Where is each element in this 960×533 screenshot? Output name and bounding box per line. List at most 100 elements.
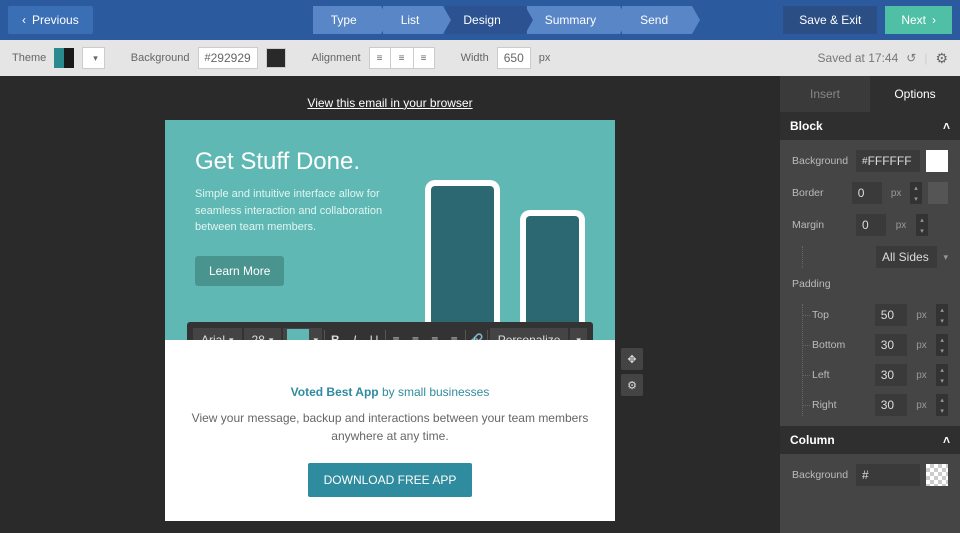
chevron-down-icon: ▾ xyxy=(93,53,98,64)
rich-text-toolbar: Arial▾ 28▾ ▾ B I U ≡ ≡ ≡ ≡ 🔗 Personalize xyxy=(187,322,593,340)
gear-icon[interactable]: ⚙ xyxy=(621,374,643,396)
wizard-type[interactable]: Type xyxy=(313,6,381,34)
bold-button[interactable]: B xyxy=(327,328,344,340)
padding-left-input[interactable]: 30 xyxy=(875,364,907,386)
personalize-dropdown[interactable]: Personalize xyxy=(490,328,569,340)
align-justify-button[interactable]: ≡ xyxy=(446,328,463,340)
options-panel: Insert Options Block ˄ Background # FFFF… xyxy=(780,76,960,533)
padding-top-spinner[interactable]: ▴▾ xyxy=(936,304,948,326)
wizard-summary[interactable]: Summary xyxy=(527,6,620,34)
body-subtext: View your message, backup and interactio… xyxy=(191,409,589,445)
chevron-left-icon: ‹ xyxy=(22,13,26,27)
previous-label: Previous xyxy=(32,13,79,27)
theme-swatch[interactable] xyxy=(54,48,74,68)
phone-large-image xyxy=(425,180,500,340)
section-column-header[interactable]: Column ˄ xyxy=(780,426,960,454)
padding-right-spinner[interactable]: ▴▾ xyxy=(936,394,948,416)
padding-left-spinner[interactable]: ▴▾ xyxy=(936,364,948,386)
border-width-input[interactable]: 0 xyxy=(852,182,882,204)
padding-right-input[interactable]: 30 xyxy=(875,394,907,416)
chevron-down-icon: ▾ xyxy=(229,335,234,341)
block-controls: ✥ ⚙ xyxy=(621,348,643,396)
column-background-swatch[interactable] xyxy=(926,464,948,486)
section-block-header[interactable]: Block ˄ xyxy=(780,112,960,140)
color-swatch xyxy=(287,329,309,340)
body-block[interactable]: ✥ ⚙ Voted Best App by small businesses V… xyxy=(165,340,615,521)
chevron-down-icon: ▾ xyxy=(313,335,318,341)
chevron-down-icon: ▾ xyxy=(269,335,274,341)
background-hex-input[interactable]: # 292929 xyxy=(198,47,258,69)
column-background-input[interactable]: # xyxy=(856,464,920,486)
padding-bottom-label: Bottom xyxy=(812,339,869,351)
wizard-design[interactable]: Design xyxy=(445,6,524,34)
wizard-list[interactable]: List xyxy=(383,6,444,34)
hero-block[interactable]: Get Stuff Done. Simple and intuitive int… xyxy=(165,120,615,340)
color-dropdown[interactable]: ▾ xyxy=(283,328,322,340)
background-label: Background xyxy=(131,52,190,64)
padding-bottom-spinner[interactable]: ▴▾ xyxy=(936,334,948,356)
italic-button[interactable]: I xyxy=(346,328,363,340)
align-center-button[interactable]: ≡ xyxy=(407,328,424,340)
canvas-area: View this email in your browser Get Stuf… xyxy=(0,76,780,533)
tab-insert[interactable]: Insert xyxy=(780,76,870,112)
phone-small-image xyxy=(520,210,585,340)
align-right-button[interactable]: ≡ xyxy=(426,328,443,340)
block-background-label: Background xyxy=(792,155,850,167)
background-swatch[interactable] xyxy=(266,48,286,68)
learn-more-button[interactable]: Learn More xyxy=(195,256,284,286)
alignment-group: ≡ ≡ ≡ xyxy=(369,47,435,69)
padding-right-label: Right xyxy=(812,399,869,411)
move-icon[interactable]: ✥ xyxy=(621,348,643,370)
body-heading: Voted Best App by small businesses xyxy=(191,380,589,401)
width-unit: px xyxy=(539,52,551,64)
align-left-button[interactable]: ≡ xyxy=(387,328,404,340)
saved-at-label: Saved at 17:44 xyxy=(818,51,899,65)
next-button[interactable]: Next› xyxy=(885,6,952,34)
size-dropdown[interactable]: 28▾ xyxy=(244,328,282,340)
previous-button[interactable]: ‹ Previous xyxy=(8,6,93,34)
history-icon[interactable]: ↺ xyxy=(906,51,916,65)
padding-top-unit: px xyxy=(913,310,931,321)
border-color-swatch[interactable] xyxy=(928,182,948,204)
align-left-button[interactable]: ≡ xyxy=(369,47,391,69)
underline-button[interactable]: U xyxy=(365,328,382,340)
padding-top-input[interactable]: 50 xyxy=(875,304,907,326)
column-background-label: Background xyxy=(792,469,850,481)
width-input[interactable]: 650 xyxy=(497,47,531,69)
block-background-input[interactable]: # FFFFFF xyxy=(856,150,920,172)
block-margin-label: Margin xyxy=(792,219,850,231)
block-background-swatch[interactable] xyxy=(926,150,948,172)
gear-icon[interactable]: ⚙ xyxy=(935,50,948,67)
padding-bottom-unit: px xyxy=(913,340,931,351)
tab-options[interactable]: Options xyxy=(870,76,960,112)
margin-input[interactable]: 0 xyxy=(856,214,886,236)
more-dropdown[interactable]: ▾ xyxy=(570,328,587,340)
alignment-label: Alignment xyxy=(312,52,361,64)
download-button[interactable]: DOWNLOAD FREE APP xyxy=(308,463,473,497)
align-center-button[interactable]: ≡ xyxy=(391,47,413,69)
padding-left-unit: px xyxy=(913,370,931,381)
border-spinner[interactable]: ▴▾ xyxy=(910,182,921,204)
theme-dropdown[interactable]: ▾ xyxy=(82,47,105,69)
font-dropdown[interactable]: Arial▾ xyxy=(193,328,242,340)
padding-left-label: Left xyxy=(812,369,869,381)
border-unit: px xyxy=(888,188,905,199)
margin-sides-dropdown[interactable]: All Sides xyxy=(876,246,937,268)
block-border-label: Border xyxy=(792,187,846,199)
view-in-browser-link[interactable]: View this email in your browser xyxy=(0,96,780,110)
link-button[interactable]: 🔗 xyxy=(468,328,485,340)
wizard-steps: Type List Design Summary Send xyxy=(313,6,694,34)
padding-bottom-input[interactable]: 30 xyxy=(875,334,907,356)
chevron-up-icon: ˄ xyxy=(943,433,950,447)
align-right-button[interactable]: ≡ xyxy=(413,47,435,69)
padding-right-unit: px xyxy=(913,400,931,411)
margin-spinner[interactable]: ▴▾ xyxy=(916,214,928,236)
chevron-right-icon: › xyxy=(932,13,936,27)
save-exit-button[interactable]: Save & Exit xyxy=(783,6,877,34)
padding-top-label: Top xyxy=(812,309,869,321)
chevron-down-icon: ▾ xyxy=(576,335,581,341)
chevron-up-icon: ˄ xyxy=(943,119,950,133)
padding-label: Padding xyxy=(792,278,948,290)
chevron-down-icon: ▾ xyxy=(943,252,948,263)
wizard-send[interactable]: Send xyxy=(622,6,692,34)
